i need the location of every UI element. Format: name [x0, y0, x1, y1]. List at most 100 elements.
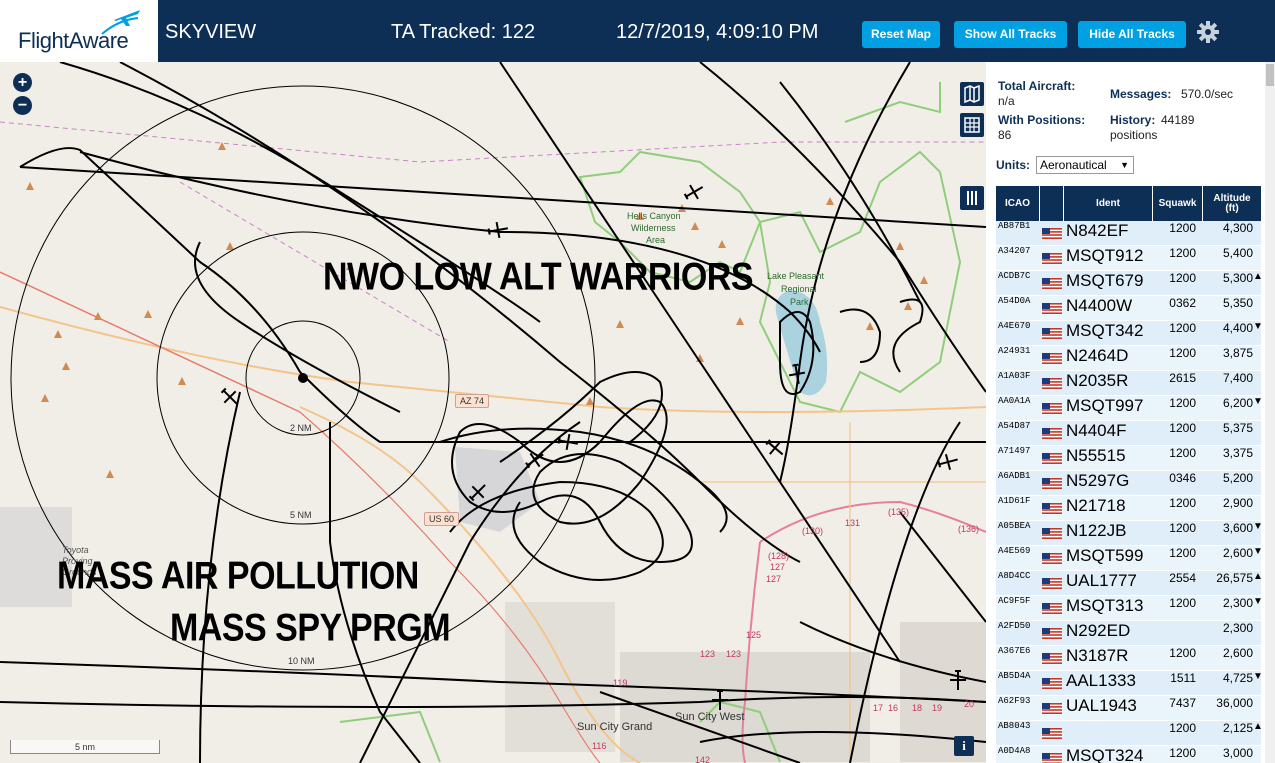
col-header-icao[interactable]: ICAO: [996, 186, 1040, 221]
table-row[interactable]: A62F93 UAL1943 7437 36,000: [996, 696, 1261, 721]
road-shield-us60: US 60: [424, 512, 460, 526]
units-label: Units:: [996, 158, 1030, 172]
hide-all-tracks-button[interactable]: Hide All Tracks: [1078, 21, 1186, 48]
ident-cell: MSQT997: [1066, 396, 1144, 415]
col-header-flag[interactable]: [1040, 186, 1064, 221]
altitude-trend-icon: [1253, 346, 1263, 371]
map-view[interactable]: 2 NM 5 NM 10 NM Hells Canyon Wilderness …: [0, 62, 986, 763]
route-number: 20: [964, 699, 975, 709]
us-flag-icon: [1042, 628, 1062, 639]
ident-cell: N2464D: [1066, 346, 1129, 365]
messages-value: 570.0/sec: [1181, 87, 1234, 101]
ident-cell: N3187R: [1066, 646, 1129, 665]
table-row[interactable]: A4E569 MSQT599 1200 2,600 ▼: [996, 546, 1263, 571]
icao-cell: A4E569: [998, 546, 1031, 556]
icao-cell: AA0A1A: [998, 396, 1031, 406]
icao-cell: AB8043: [998, 721, 1031, 731]
altitude-trend-icon: [1253, 496, 1263, 521]
altitude-cell: 4,400: [1222, 321, 1253, 335]
icao-cell: A367E6: [998, 646, 1031, 656]
altitude-cell: 2,900: [1222, 496, 1253, 510]
squawk-cell: 1200: [1169, 246, 1196, 260]
route-number: (135): [888, 507, 910, 517]
altitude-trend-icon: [1253, 696, 1263, 721]
altitude-cell: 5,400: [1222, 246, 1253, 260]
table-row[interactable]: A6ADB1 N5297G 0346 5,200: [996, 471, 1261, 496]
table-row[interactable]: A1A03F N2035R 2615 7,400: [996, 371, 1261, 396]
table-row[interactable]: A367E6 N3187R 1200 2,600: [996, 646, 1261, 671]
table-row[interactable]: A24931 N2464D 1200 3,875: [996, 346, 1261, 371]
panel-scrollbar[interactable]: [1265, 62, 1275, 763]
us-flag-icon: [1042, 653, 1062, 664]
map-layers-button[interactable]: [960, 82, 984, 106]
altitude-cell: 6,200: [1222, 396, 1253, 410]
map-icon: [964, 84, 980, 104]
us-flag-icon: [1042, 753, 1062, 763]
squawk-cell: 1200: [1169, 721, 1196, 735]
altitude-trend-icon: ▼: [1253, 671, 1263, 682]
units-select[interactable]: Aeronautical ▼: [1036, 156, 1134, 174]
zoom-out-button[interactable]: −: [13, 96, 32, 115]
altitude-trend-icon: [1253, 421, 1263, 446]
scale-bar: 5 nm: [10, 740, 160, 754]
zoom-in-button[interactable]: +: [13, 73, 32, 92]
table-row[interactable]: A54D87 N4404F 1200 5,375: [996, 421, 1261, 446]
map-grid-button[interactable]: [960, 113, 984, 137]
dropdown-arrow-icon: ▼: [1120, 160, 1129, 170]
map-canvas[interactable]: [0, 62, 986, 763]
table-row[interactable]: AB87B1 N842EF 1200 4,300: [996, 221, 1261, 246]
altitude-trend-icon: [1253, 371, 1263, 396]
settings-gear-icon[interactable]: [1196, 20, 1220, 44]
show-all-tracks-button[interactable]: Show All Tracks: [954, 21, 1067, 48]
table-row[interactable]: A4E670 MSQT342 1200 4,400 ▼: [996, 321, 1263, 346]
squawk-cell: 1200: [1169, 446, 1196, 460]
scrollbar-thumb[interactable]: [1266, 64, 1274, 86]
altitude-header-unit: (ft): [1225, 202, 1239, 214]
table-row[interactable]: A54D0A N4400W 0362 5,350: [996, 296, 1261, 321]
table-row[interactable]: A34207 MSQT912 1200 5,400: [996, 246, 1261, 271]
altitude-trend-icon: ▼: [1253, 321, 1263, 332]
ident-cell: MSQT599: [1066, 546, 1144, 565]
squawk-cell: 1200: [1169, 496, 1196, 510]
altitude-trend-icon: ▼: [1253, 396, 1263, 407]
us-flag-icon: [1042, 728, 1062, 739]
table-row[interactable]: A1D61F N21718 1200 2,900: [996, 496, 1261, 521]
table-row[interactable]: A71497 N55515 1200 3,375: [996, 446, 1261, 471]
table-row[interactable]: AB8043 1200 2,125 ▲: [996, 721, 1263, 746]
table-row[interactable]: AC9F5F MSQT313 1200 2,300 ▼: [996, 596, 1263, 621]
col-header-altitude[interactable]: Altitude (ft): [1203, 186, 1261, 221]
col-header-squawk[interactable]: Squawk: [1153, 186, 1203, 221]
table-row[interactable]: A05BEA N122JB 1200 3,600 ▼: [996, 521, 1263, 546]
altitude-cell: 36,000: [1216, 696, 1253, 710]
info-button[interactable]: i: [954, 736, 974, 756]
aircraft-panel: Total Aircraft: n/a With Positions: 86 M…: [986, 62, 1275, 763]
table-row[interactable]: AB5D4A AAL1333 1511 4,725 ▼: [996, 671, 1263, 696]
route-number: 127: [766, 574, 782, 584]
icao-cell: A54D87: [998, 421, 1031, 431]
flightaware-logo[interactable]: FlightAware: [0, 0, 158, 62]
table-row[interactable]: A0D4A8 MSQT324 1200 3,000: [996, 746, 1261, 763]
us-flag-icon: [1042, 228, 1062, 239]
icao-cell: A34207: [998, 246, 1031, 256]
table-row[interactable]: A2FD50 N292ED 2,300: [996, 621, 1261, 646]
squawk-cell: 1200: [1169, 646, 1196, 660]
place-label: Park: [790, 297, 809, 307]
reset-map-button[interactable]: Reset Map: [862, 21, 940, 48]
us-flag-icon: [1042, 278, 1062, 289]
squawk-cell: 1200: [1169, 346, 1196, 360]
history-unit: positions: [1110, 128, 1158, 142]
ident-cell: N21718: [1066, 496, 1126, 515]
col-header-ident[interactable]: Ident: [1064, 186, 1153, 221]
squawk-cell: 1200: [1169, 596, 1196, 610]
columns-toggle-button[interactable]: [960, 186, 984, 210]
ident-cell: UAL1777: [1066, 571, 1137, 590]
route-number: 123: [700, 649, 716, 659]
table-row[interactable]: AA0A1A MSQT997 1200 6,200 ▼: [996, 396, 1263, 421]
overlay-caption: MASS AIR POLLUTION: [57, 554, 419, 598]
altitude-cell: 7,400: [1222, 371, 1253, 385]
altitude-header-label: Altitude: [1213, 192, 1251, 204]
table-row[interactable]: ACDB7C MSQT679 1200 5,300 ▲: [996, 271, 1263, 296]
table-row[interactable]: A8D4CC UAL1777 2554 26,575 ▲: [996, 571, 1263, 596]
altitude-trend-icon: [1253, 446, 1263, 471]
range-label-10nm: 10 NM: [288, 656, 315, 666]
